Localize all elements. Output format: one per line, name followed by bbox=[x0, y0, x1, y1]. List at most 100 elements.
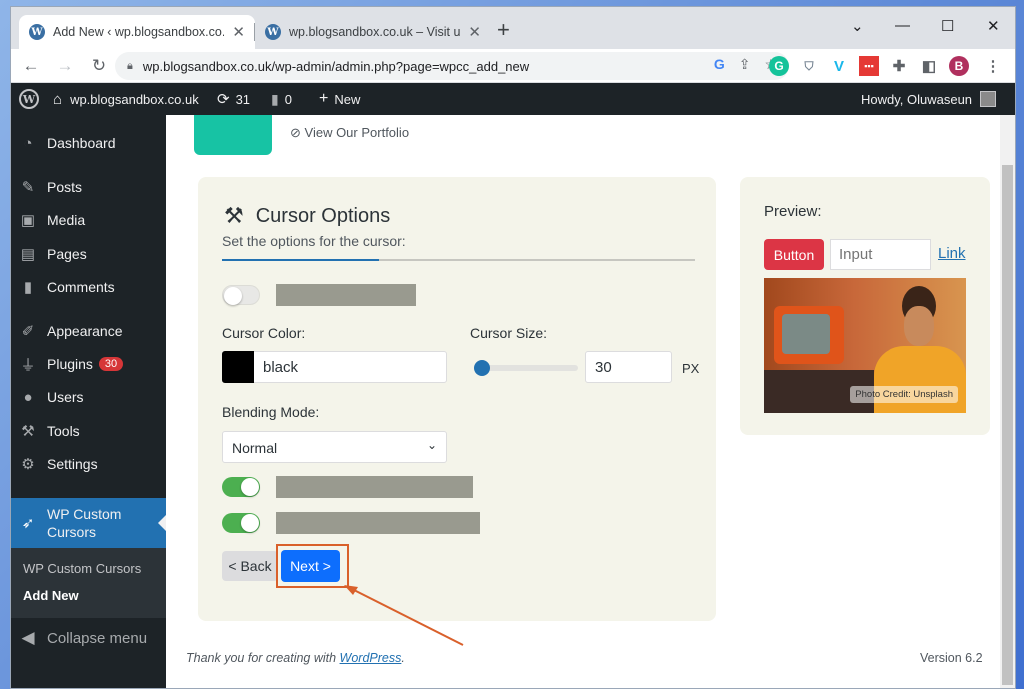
cursor-options-panel: ⚒ Cursor Options Set the options for the… bbox=[198, 177, 716, 621]
option-toggle-3[interactable] bbox=[222, 513, 260, 533]
blending-mode-value: Normal bbox=[232, 440, 278, 456]
sidebar-item-label: WP Custom Cursors bbox=[47, 505, 121, 541]
side-panel-icon[interactable]: ◧ bbox=[919, 56, 939, 76]
photo-tv-screen bbox=[782, 314, 830, 354]
cursor-size-slider[interactable] bbox=[474, 360, 578, 376]
next-button[interactable]: Next > bbox=[281, 550, 340, 582]
preview-input[interactable]: Input bbox=[830, 239, 931, 270]
updates-link[interactable]: ⟳ 31 bbox=[217, 83, 250, 115]
option-toggle-1[interactable] bbox=[222, 285, 260, 305]
sidebar-item-posts[interactable]: ✎ Posts bbox=[11, 170, 166, 204]
cursor-color-field[interactable]: black bbox=[222, 351, 447, 383]
wordpress-logo-icon: W bbox=[19, 89, 39, 109]
forward-arrow-icon[interactable]: → bbox=[51, 56, 79, 76]
url-text: wp.blogsandbox.co.uk/wp-admin/admin.php?… bbox=[142, 58, 530, 74]
page-scrollbar[interactable] bbox=[1000, 115, 1015, 688]
new-label: New bbox=[334, 91, 361, 107]
tab-visit-us[interactable]: W wp.blogsandbox.co.uk – Visit us f ✕ bbox=[255, 15, 491, 49]
submenu-item-add-new[interactable]: Add New bbox=[23, 588, 79, 603]
px-unit-label: PX bbox=[682, 361, 700, 376]
dashboard-icon: ◔ bbox=[23, 134, 33, 152]
preview-title: Preview: bbox=[764, 203, 822, 220]
settings-icon: ⚙ bbox=[21, 456, 35, 473]
redacted-label bbox=[276, 512, 480, 534]
new-tab-button[interactable]: + bbox=[497, 19, 510, 41]
reload-icon[interactable]: ↻ bbox=[85, 56, 113, 76]
sidebar-item-label: Posts bbox=[47, 179, 83, 195]
site-name-label: wp.blogsandbox.co.uk bbox=[70, 91, 199, 107]
sidebar-item-appearance[interactable]: ✐ Appearance bbox=[11, 314, 166, 348]
address-bar[interactable]: 🔒︎ wp.blogsandbox.co.uk/wp-admin/admin.p… bbox=[115, 52, 789, 80]
minimize-button[interactable]: — bbox=[895, 17, 910, 34]
updates-count: 31 bbox=[235, 91, 251, 107]
close-tab-icon[interactable]: ✕ bbox=[232, 23, 245, 41]
browser-window: W Add New ‹ wp.blogsandbox.co.uk ✕ W wp.… bbox=[10, 6, 1016, 689]
vimeo-extension-icon[interactable]: V bbox=[829, 56, 849, 76]
wrench-icon: ⚒ bbox=[21, 423, 35, 440]
back-button[interactable]: < Back bbox=[222, 551, 278, 581]
plugin-icon: ⏚ bbox=[20, 356, 36, 374]
account-menu[interactable]: Howdy, Oluwaseun bbox=[861, 83, 997, 115]
brush-icon: ✐ bbox=[21, 323, 35, 340]
collapse-menu-button[interactable]: ◀ Collapse menu bbox=[11, 621, 166, 655]
close-tab-icon[interactable]: ✕ bbox=[468, 23, 481, 41]
preview-photo: Photo Credit: Unsplash bbox=[764, 278, 966, 413]
portfolio-link[interactable]: ⊘ View Our Portfolio bbox=[290, 125, 409, 141]
sidebar-item-users[interactable]: ● Users bbox=[11, 380, 166, 414]
toggle-knob bbox=[241, 514, 259, 532]
sidebar-item-label: Dashboard bbox=[47, 135, 116, 151]
sidebar-item-media[interactable]: ▣ Media bbox=[11, 203, 166, 237]
label-line-1: WP Custom bbox=[47, 506, 122, 522]
shield-extension-icon[interactable]: ⛉ bbox=[799, 56, 819, 76]
toggle-knob bbox=[224, 287, 242, 305]
sidebar-item-settings[interactable]: ⚙ Settings bbox=[11, 447, 166, 481]
comments-link[interactable]: ▮ 0 bbox=[271, 83, 292, 115]
puzzle-extensions-icon[interactable]: ✚ bbox=[889, 56, 909, 76]
sidebar-item-plugins[interactable]: ⏚ Plugins 30 bbox=[11, 347, 166, 381]
chevron-down-icon: ⌄ bbox=[426, 438, 437, 452]
tab-title: wp.blogsandbox.co.uk – Visit us f bbox=[289, 25, 461, 39]
site-name-link[interactable]: ⌂ wp.blogsandbox.co.uk bbox=[53, 83, 199, 115]
submenu-item-all-cursors[interactable]: WP Custom Cursors bbox=[23, 561, 141, 576]
sidebar-item-pages[interactable]: ▤ Pages bbox=[11, 237, 166, 271]
portfolio-link-label: View Our Portfolio bbox=[304, 125, 410, 140]
sidebar-item-dashboard[interactable]: ◔ Dashboard bbox=[11, 126, 166, 160]
link-icon: ⊘ bbox=[290, 125, 305, 140]
cursor-size-input[interactable]: 30 bbox=[585, 351, 672, 383]
tab-add-new[interactable]: W Add New ‹ wp.blogsandbox.co.uk ✕ bbox=[19, 15, 255, 49]
wordpress-link[interactable]: WordPress bbox=[340, 651, 402, 665]
grammarly-extension-icon[interactable]: G bbox=[769, 56, 789, 76]
recorder-extension-icon[interactable]: ▪▪▪ bbox=[859, 56, 879, 76]
google-icon[interactable]: G bbox=[714, 56, 725, 73]
sidebar-item-comments[interactable]: ▮ Comments bbox=[11, 270, 166, 304]
panel-heading: ⚒ Cursor Options bbox=[224, 203, 390, 229]
back-arrow-icon[interactable]: ← bbox=[17, 56, 45, 76]
tab-search-icon[interactable]: ⌄ bbox=[851, 17, 864, 35]
profile-avatar[interactable]: B bbox=[949, 56, 969, 76]
sidebar-item-label: Users bbox=[47, 389, 84, 405]
plus-icon: + bbox=[319, 90, 329, 107]
browser-menu-icon[interactable]: ⋮ bbox=[983, 56, 1003, 76]
toggle-knob bbox=[241, 478, 259, 496]
new-content-link[interactable]: + New bbox=[319, 83, 360, 115]
option-toggle-2[interactable] bbox=[222, 477, 260, 497]
user-avatar bbox=[980, 91, 997, 107]
color-swatch[interactable] bbox=[222, 351, 254, 383]
sidebar-item-wp-custom-cursors[interactable]: ➶ WP Custom Cursors bbox=[11, 498, 166, 548]
share-icon[interactable]: ⇪ bbox=[739, 56, 751, 73]
footer-period: . bbox=[401, 651, 405, 665]
comment-icon: ▮ bbox=[271, 90, 279, 107]
scrollbar-thumb[interactable] bbox=[1002, 165, 1013, 685]
sidebar-item-tools[interactable]: ⚒ Tools bbox=[11, 414, 166, 448]
preview-link[interactable]: Link bbox=[938, 245, 966, 262]
close-window-button[interactable]: ✕ bbox=[987, 17, 1000, 35]
photo-credit: Photo Credit: Unsplash bbox=[850, 386, 958, 403]
wp-logo-button[interactable]: W bbox=[19, 83, 39, 115]
slider-handle[interactable] bbox=[474, 360, 490, 376]
wordpress-favicon-icon: W bbox=[29, 24, 45, 40]
maximize-button[interactable]: ☐ bbox=[941, 17, 954, 35]
blending-mode-select[interactable]: Normal ⌄ bbox=[222, 431, 447, 463]
preview-button[interactable]: Button bbox=[764, 239, 824, 270]
pin-icon: ✎ bbox=[21, 179, 35, 196]
comments-count: 0 bbox=[284, 91, 292, 107]
